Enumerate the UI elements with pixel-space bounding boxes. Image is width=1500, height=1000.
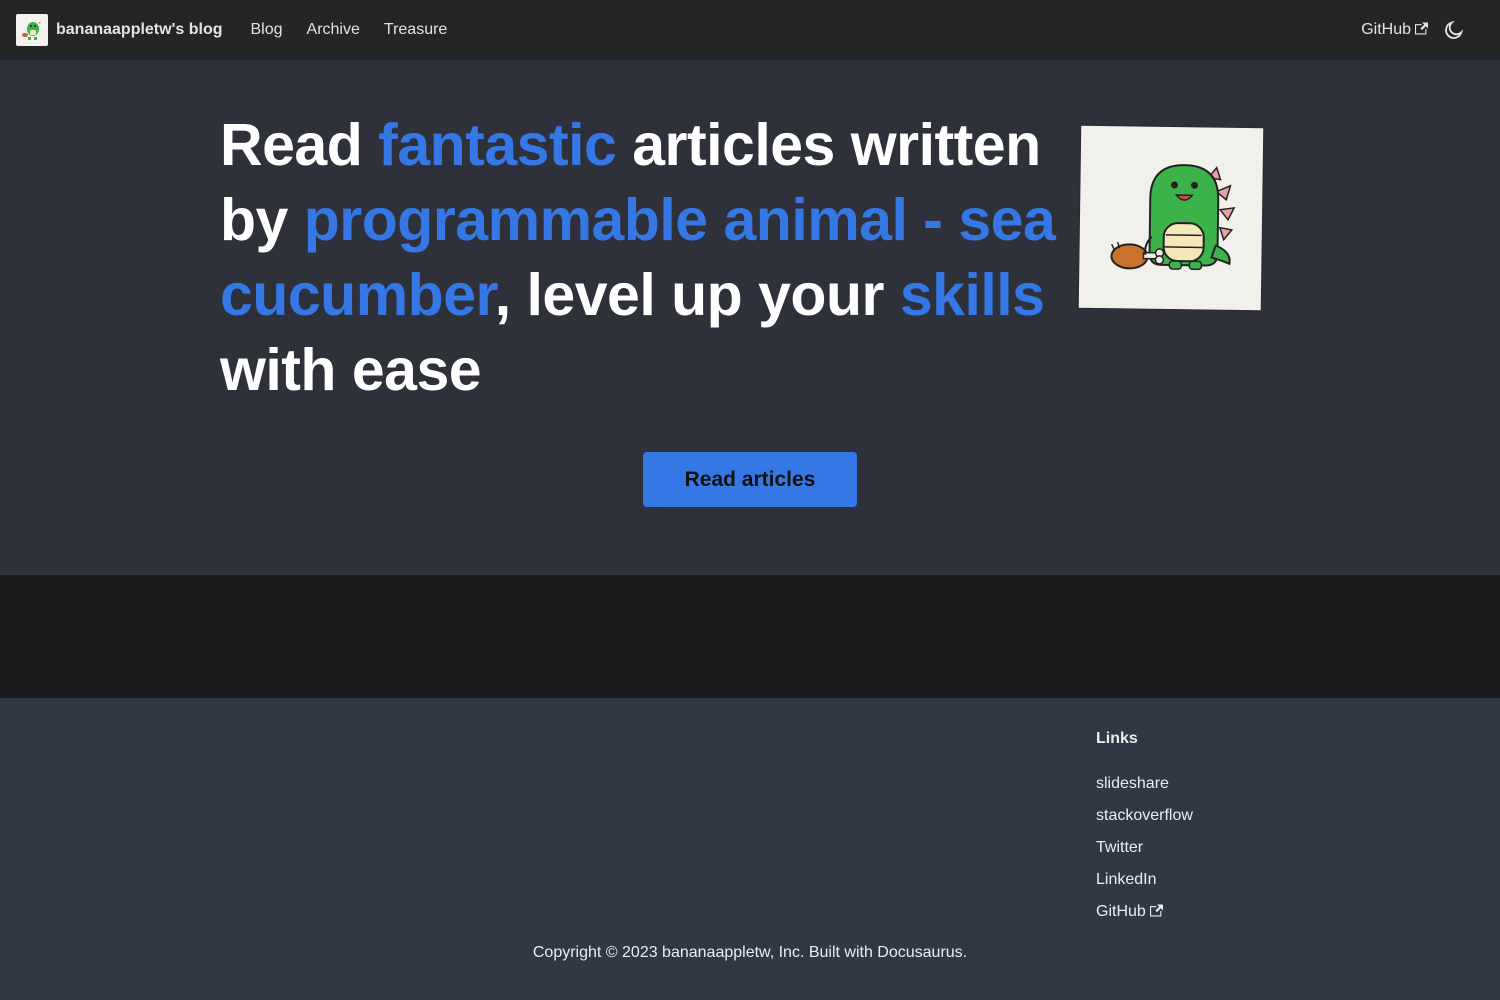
copyright-text: Copyright © 2023 bananaappletw, Inc. Bui…	[532, 944, 968, 961]
nav-right: GitHub	[1349, 16, 1484, 44]
hero-section: Read fantastic articles written by progr…	[0, 60, 1500, 575]
moon-icon[interactable]	[1440, 16, 1468, 44]
hero-title-highlight: skills	[899, 262, 1045, 328]
hero-title-part: with ease	[220, 337, 482, 403]
footer-link-stackoverflow[interactable]: stackoverflow	[1096, 800, 1193, 832]
brand-title: bananaappletw's blog	[56, 21, 223, 38]
hero-title-part: Read	[220, 112, 379, 178]
footer: Links slideshare stackoverflow Twitter L…	[0, 698, 1500, 1000]
nav-github-label: GitHub	[1361, 20, 1411, 38]
content-band	[0, 575, 1500, 698]
footer-link-linkedin[interactable]: LinkedIn	[1096, 864, 1193, 896]
footer-heading: Links	[1096, 730, 1138, 747]
brand-link[interactable]: bananaappletw's blog	[16, 14, 239, 46]
footer-link-twitter[interactable]: Twitter	[1096, 832, 1193, 864]
nav-link-treasure[interactable]: Treasure	[372, 21, 459, 39]
external-link-icon	[1149, 897, 1163, 929]
hero-title: Read fantastic articles written by progr…	[220, 108, 1060, 408]
footer-links-column: Links slideshare stackoverflow Twitter L…	[1096, 730, 1193, 929]
nav-link-blog[interactable]: Blog	[239, 21, 295, 39]
dinosaur-logo-icon	[16, 14, 48, 46]
external-link-icon	[1415, 22, 1428, 40]
navbar: bananaappletw's blog Blog Archive Treasu…	[0, 0, 1500, 60]
read-articles-button[interactable]: Read articles	[643, 452, 857, 507]
nav-link-github[interactable]: GitHub	[1349, 21, 1428, 40]
dinosaur-illustration	[1078, 125, 1264, 311]
nav-link-archive[interactable]: Archive	[295, 21, 372, 39]
footer-link-slideshare[interactable]: slideshare	[1096, 768, 1193, 800]
footer-github-label: GitHub	[1096, 903, 1146, 920]
hero-title-highlight: fantastic	[378, 112, 617, 178]
footer-link-github[interactable]: GitHub	[1096, 896, 1193, 929]
hero-title-part: , level up your	[494, 262, 900, 328]
